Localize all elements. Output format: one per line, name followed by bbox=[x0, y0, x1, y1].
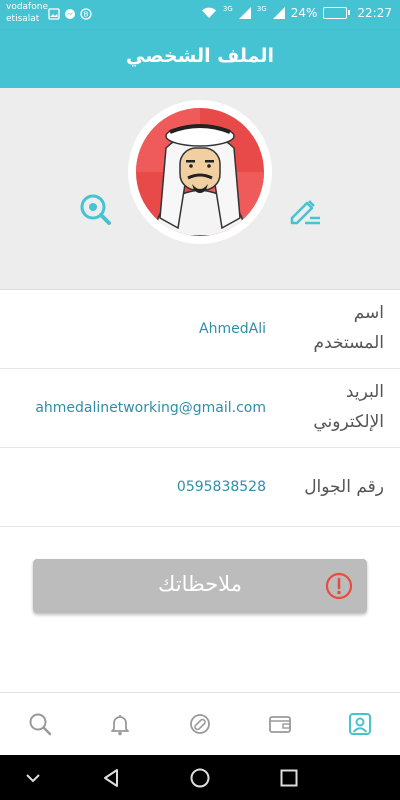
wallet-icon bbox=[269, 716, 291, 733]
avatar-image bbox=[136, 108, 264, 236]
tab-search[interactable] bbox=[0, 693, 80, 755]
tab-wallet[interactable] bbox=[240, 693, 320, 755]
search-profile-icon[interactable] bbox=[78, 192, 112, 226]
notes-button[interactable]: ملاحظاتك bbox=[33, 559, 367, 613]
carrier-2: etisalat bbox=[6, 14, 40, 24]
signal-icon-2 bbox=[272, 7, 285, 19]
back-icon[interactable] bbox=[100, 767, 122, 789]
avatar-frame bbox=[128, 100, 272, 244]
home-icon[interactable] bbox=[189, 767, 211, 789]
network-type-1: 3G bbox=[222, 5, 233, 13]
edit-icon[interactable] bbox=[288, 192, 322, 226]
email-row: البريد الإلكتروني ahmedalinetworking@gma… bbox=[0, 369, 400, 448]
recents-icon[interactable] bbox=[278, 767, 300, 789]
notification-icons: B bbox=[48, 8, 92, 20]
phone-value: 0595838528 bbox=[176, 479, 266, 495]
b-app-icon: B bbox=[80, 8, 92, 20]
status-right: 3G 3G 24% 22:27 bbox=[201, 5, 392, 20]
avatar[interactable] bbox=[136, 108, 264, 236]
username-value: AhmedAli bbox=[199, 321, 266, 337]
email-label: البريد الإلكتروني bbox=[313, 382, 384, 432]
network-type-2: 3G bbox=[256, 5, 267, 13]
search-icon bbox=[29, 713, 52, 736]
system-nav-bar bbox=[0, 755, 400, 800]
pills-icon bbox=[190, 714, 210, 734]
phone-row: رقم الجوال 0595838528 bbox=[0, 448, 400, 527]
tab-bar bbox=[0, 692, 400, 755]
tab-notifications[interactable] bbox=[80, 693, 160, 755]
svg-text:B: B bbox=[84, 11, 89, 19]
username-row: اسم المستخدم AhmedAli bbox=[0, 290, 400, 369]
carrier-1: vodafone bbox=[6, 2, 48, 12]
username-label: اسم المستخدم bbox=[313, 303, 384, 353]
status-bar: vodafone etisalat B 3G 3G 24% 22:27 bbox=[0, 0, 400, 30]
signal-icon-1 bbox=[238, 7, 251, 19]
bell-icon bbox=[111, 715, 129, 736]
clock: 22:27 bbox=[357, 6, 392, 20]
alert-icon bbox=[325, 572, 353, 600]
tab-profile[interactable] bbox=[320, 693, 400, 755]
notes-button-label: ملاحظاتك bbox=[158, 572, 242, 596]
profile-icon bbox=[349, 713, 371, 735]
page-title: الملف الشخصي bbox=[125, 45, 274, 67]
messenger-icon bbox=[65, 9, 75, 19]
chevron-down-icon[interactable] bbox=[22, 767, 44, 789]
tab-medications[interactable] bbox=[160, 693, 240, 755]
wifi-icon bbox=[201, 7, 216, 19]
battery-percent: 24% bbox=[290, 6, 318, 20]
gallery-icon bbox=[48, 8, 60, 20]
phone-label: رقم الجوال bbox=[304, 477, 384, 497]
app-header: الملف الشخصي bbox=[0, 30, 400, 88]
battery-icon bbox=[323, 7, 351, 19]
profile-section bbox=[0, 88, 400, 290]
carrier-info: vodafone etisalat bbox=[6, 1, 48, 25]
email-value: ahmedalinetworking@gmail.com bbox=[35, 400, 266, 416]
